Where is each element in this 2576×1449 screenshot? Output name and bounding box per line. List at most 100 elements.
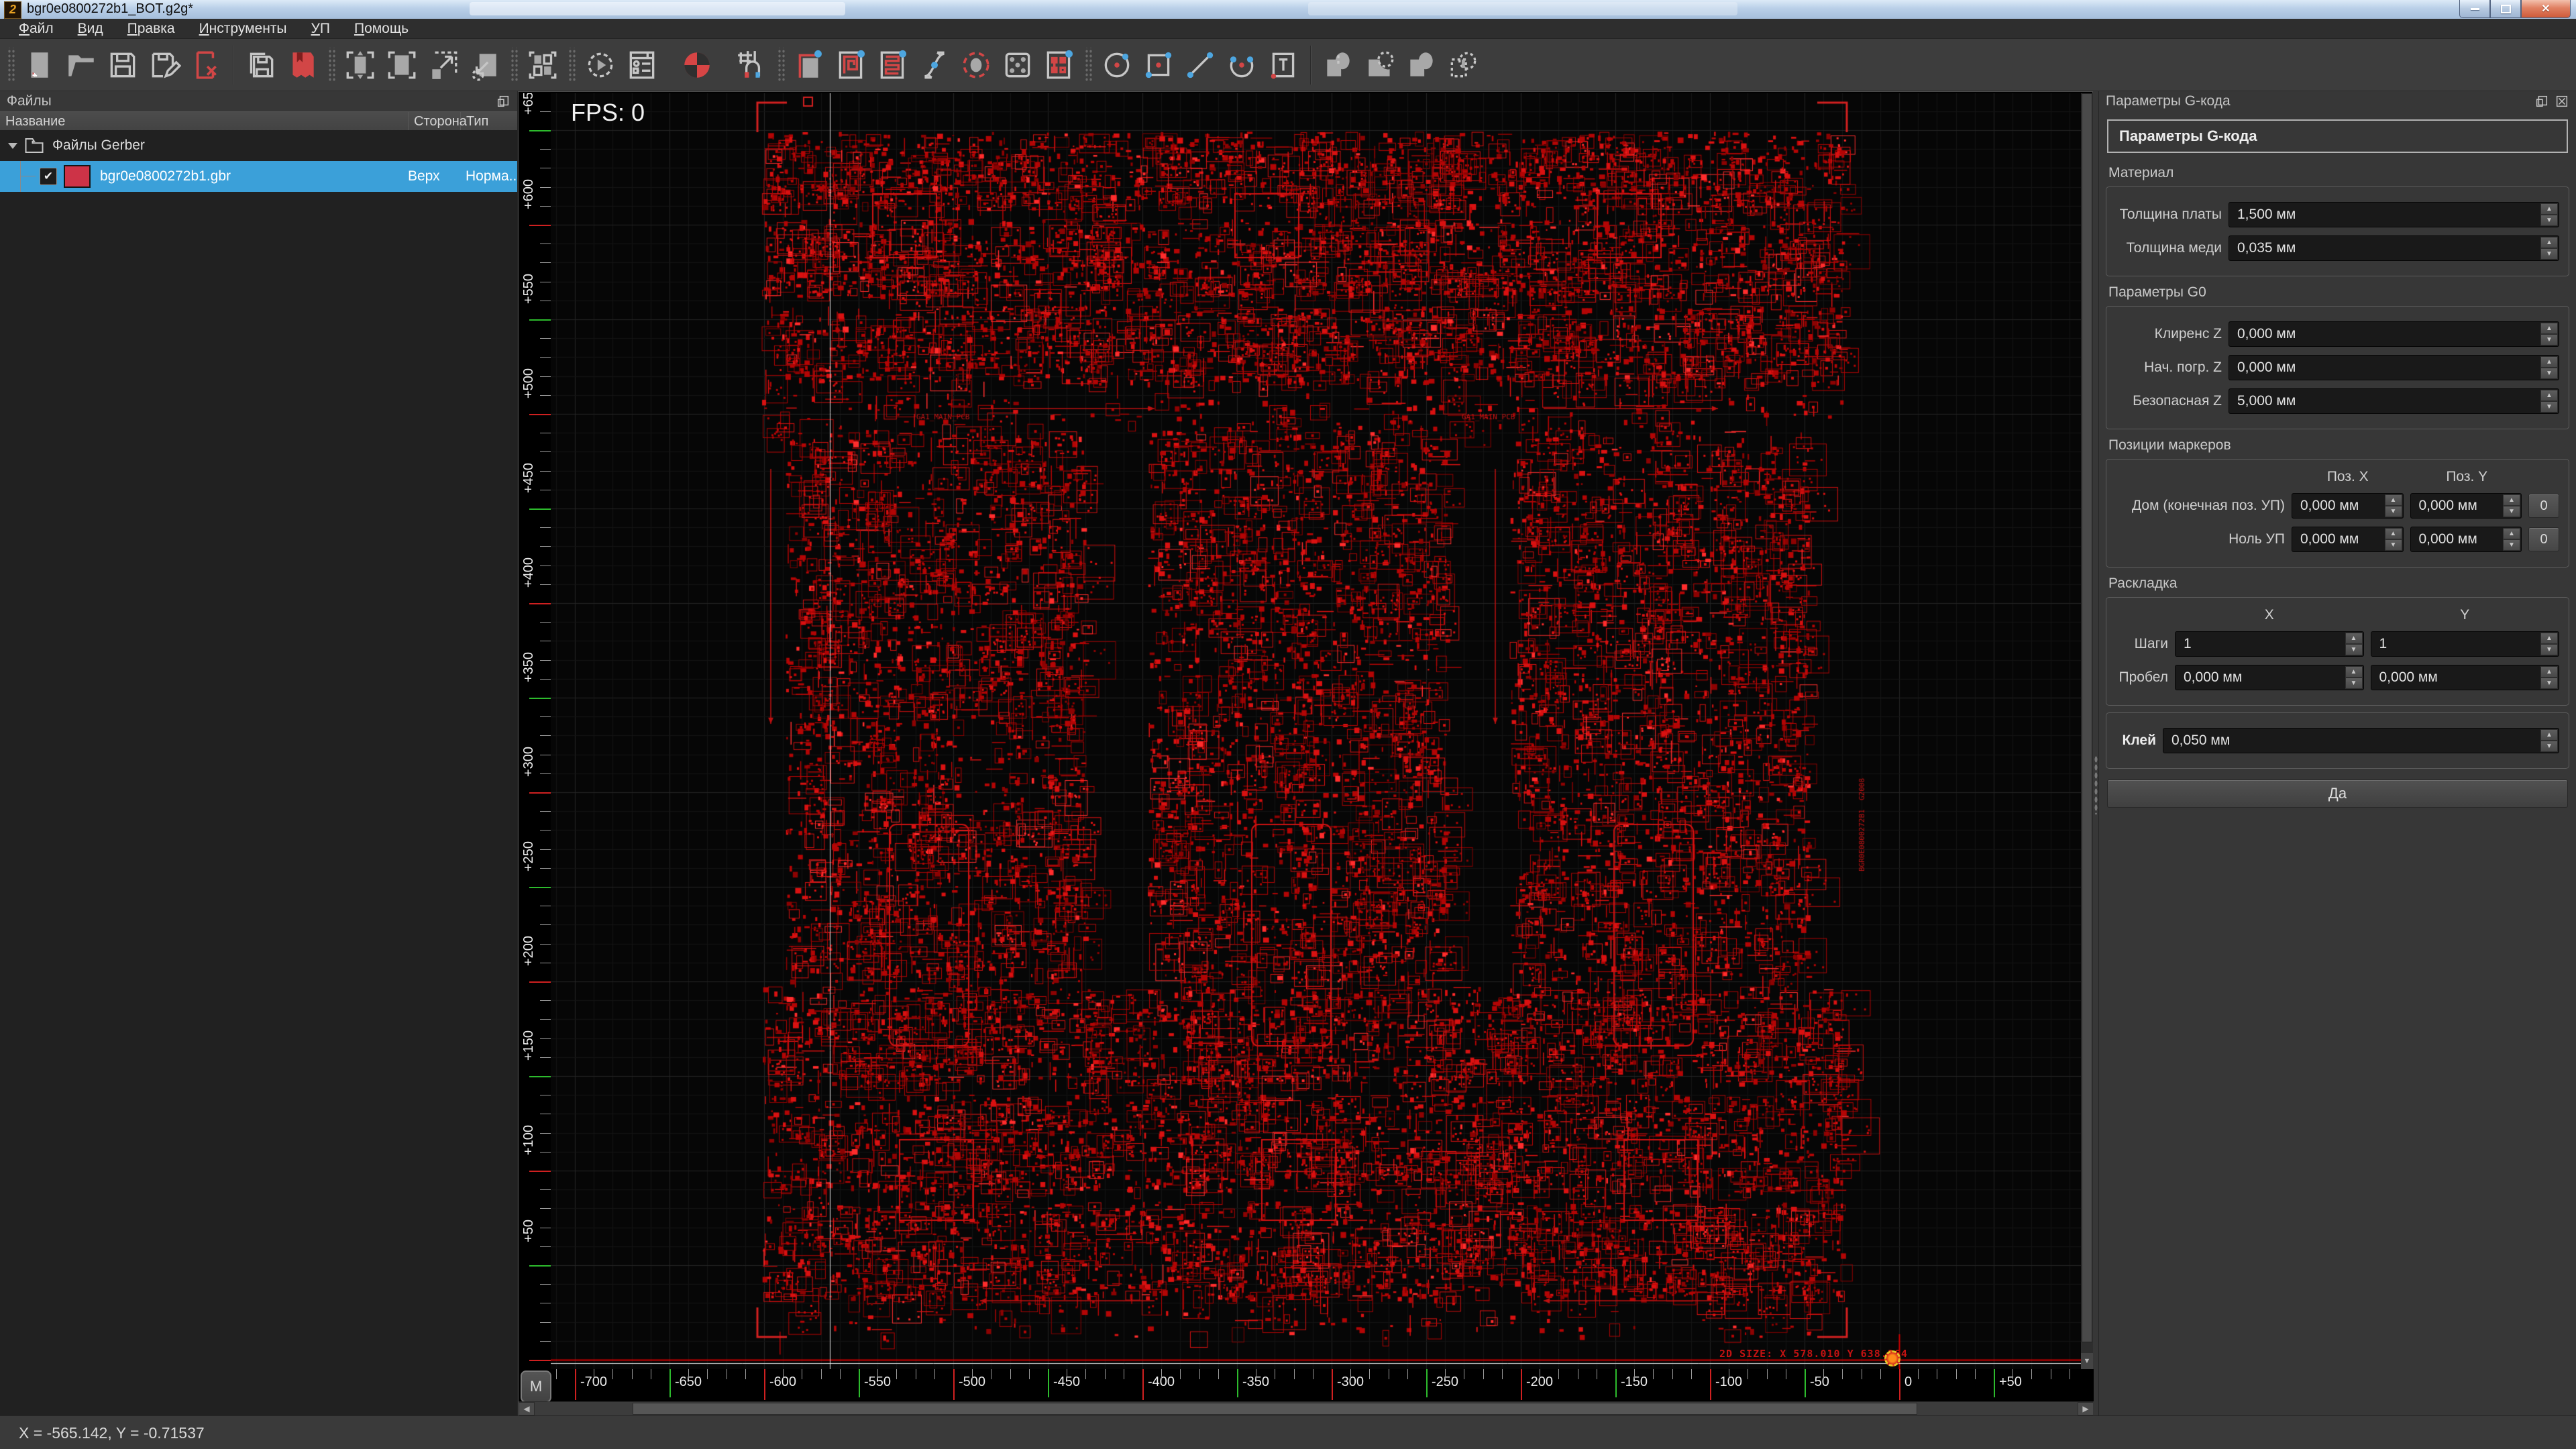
units-button[interactable]: M — [521, 1371, 551, 1401]
horizontal-scroll-thumb[interactable] — [633, 1403, 1917, 1415]
horizontal-scrollbar[interactable]: ◀ ▶ — [519, 1401, 2094, 1415]
spin-down-icon[interactable]: ▼ — [2540, 215, 2558, 226]
job-settings-button[interactable] — [621, 44, 663, 86]
snap-magnet-button[interactable] — [731, 44, 773, 86]
pcb-viewport[interactable] — [551, 93, 2082, 1369]
spin-up-icon[interactable]: ▲ — [2345, 633, 2363, 644]
spin-up-icon[interactable]: ▲ — [2540, 390, 2558, 401]
array-pattern-button[interactable] — [1038, 44, 1080, 86]
draw-circle-button[interactable] — [1096, 44, 1138, 86]
spin-up-icon[interactable]: ▲ — [2503, 494, 2520, 506]
gap-y-input[interactable]: 0,000 мм▲▼ — [2371, 665, 2560, 690]
bool-union-button[interactable] — [1318, 44, 1359, 86]
toolbar-grip[interactable] — [7, 48, 15, 83]
export-gcode-button[interactable] — [282, 44, 323, 86]
vertical-scrollbar[interactable]: ▼ — [2081, 93, 2093, 1369]
origin-marker[interactable] — [1884, 1350, 1900, 1366]
spin-up-icon[interactable]: ▲ — [2540, 633, 2558, 644]
file-visibility-checkbox[interactable]: ✔ — [40, 168, 57, 185]
run-job-button[interactable] — [580, 44, 621, 86]
draw-text-button[interactable] — [1263, 44, 1304, 86]
draw-line-button[interactable] — [1179, 44, 1221, 86]
bool-subtract-button[interactable] — [1359, 44, 1401, 86]
file-color-swatch[interactable] — [64, 165, 91, 188]
files-column-header[interactable]: Название Сторона Тип — [0, 111, 517, 131]
spin-up-icon[interactable]: ▲ — [2345, 666, 2363, 678]
spin-down-icon[interactable]: ▼ — [2540, 248, 2558, 260]
toolbar-grip[interactable] — [568, 48, 576, 83]
spin-up-icon[interactable]: ▲ — [2385, 528, 2402, 539]
column-name[interactable]: Название — [0, 112, 409, 131]
glue-input[interactable]: 0,050 мм▲▼ — [2163, 728, 2559, 753]
spin-up-icon[interactable]: ▲ — [2540, 666, 2558, 678]
spin-down-icon[interactable]: ▼ — [2540, 678, 2558, 689]
menu-item-помощь[interactable]: Помощь — [342, 19, 421, 39]
spin-up-icon[interactable]: ▲ — [2540, 356, 2558, 368]
home-x-input[interactable]: 0,000 мм▲▼ — [2292, 493, 2404, 519]
spin-down-icon[interactable]: ▼ — [2503, 539, 2520, 551]
steps-y-input[interactable]: 1▲▼ — [2371, 631, 2560, 657]
spin-up-icon[interactable]: ▲ — [2385, 494, 2402, 506]
toolbar-grip[interactable] — [327, 48, 335, 83]
toolbar-grip[interactable] — [1084, 48, 1092, 83]
scroll-left-icon[interactable]: ◀ — [519, 1402, 535, 1415]
bool-intersect-button[interactable] — [1401, 44, 1442, 86]
spin-up-icon[interactable]: ▲ — [2540, 203, 2558, 215]
spin-down-icon[interactable]: ▼ — [2503, 506, 2520, 517]
spin-down-icon[interactable]: ▼ — [2385, 506, 2402, 517]
copper-thickness-input[interactable]: 0,035 мм▲▼ — [2229, 235, 2559, 261]
menu-item-файл[interactable]: Файл — [7, 19, 66, 39]
minimize-button[interactable] — [2459, 0, 2490, 18]
save-file-as-button[interactable] — [144, 44, 185, 86]
apply-button[interactable]: Да — [2107, 780, 2568, 808]
menu-item-уп[interactable]: УП — [299, 19, 342, 39]
fill-lines-button[interactable] — [872, 44, 914, 86]
bool-xor-button[interactable] — [1442, 44, 1484, 86]
board-outline-button[interactable] — [789, 44, 830, 86]
dice-pattern-button[interactable] — [997, 44, 1038, 86]
board-thickness-input[interactable]: 1,500 мм▲▼ — [2229, 202, 2559, 227]
zero-zero-button[interactable]: 0 — [2528, 527, 2559, 551]
scroll-right-icon[interactable]: ▶ — [2078, 1402, 2094, 1415]
column-side[interactable]: Сторона — [409, 112, 461, 131]
close-panel-icon[interactable] — [2555, 94, 2569, 109]
steps-x-input[interactable]: 1▲▼ — [2175, 631, 2364, 657]
zoom-region-button[interactable] — [423, 44, 464, 86]
home-y-input[interactable]: 0,000 мм▲▼ — [2410, 493, 2522, 519]
zoom-selection-button[interactable] — [464, 44, 506, 86]
fit-selection-button[interactable] — [381, 44, 423, 86]
spin-up-icon[interactable]: ▲ — [2503, 528, 2520, 539]
toolbar-grip[interactable] — [510, 48, 518, 83]
spin-down-icon[interactable]: ▼ — [2540, 401, 2558, 413]
spin-up-icon[interactable]: ▲ — [2540, 323, 2558, 334]
restore-button[interactable] — [2490, 0, 2521, 18]
start-depth-z-input[interactable]: 0,000 мм▲▼ — [2229, 355, 2559, 380]
home-zero-button[interactable]: 0 — [2528, 494, 2559, 518]
spin-down-icon[interactable]: ▼ — [2540, 368, 2558, 379]
safe-z-input[interactable]: 5,000 мм▲▼ — [2229, 388, 2559, 414]
scroll-down-icon[interactable]: ▼ — [2081, 1353, 2093, 1369]
vertical-scroll-thumb[interactable] — [2082, 93, 2092, 1342]
optimize-path-button[interactable] — [914, 44, 955, 86]
spin-up-icon[interactable]: ▲ — [2540, 729, 2558, 741]
panel-splitter[interactable] — [2093, 91, 2098, 1415]
open-file-button[interactable] — [60, 44, 102, 86]
spin-down-icon[interactable]: ▼ — [2540, 644, 2558, 655]
close-file-button[interactable] — [185, 44, 227, 86]
clearance-z-input[interactable]: 0,000 мм▲▼ — [2229, 321, 2559, 347]
column-type[interactable]: Тип — [461, 112, 517, 131]
spin-down-icon[interactable]: ▼ — [2345, 644, 2363, 655]
new-file-button[interactable] — [19, 44, 60, 86]
draw-arc-button[interactable] — [1221, 44, 1263, 86]
fit-view-button[interactable] — [339, 44, 381, 86]
draw-rect-button[interactable] — [1138, 44, 1179, 86]
close-button[interactable]: ✕ — [2521, 0, 2571, 18]
save-file-button[interactable] — [102, 44, 144, 86]
spin-down-icon[interactable]: ▼ — [2345, 678, 2363, 689]
spin-down-icon[interactable]: ▼ — [2540, 741, 2558, 752]
fill-spiral-button[interactable] — [830, 44, 872, 86]
drill-marker-button[interactable] — [955, 44, 997, 86]
origin-target-button[interactable] — [676, 44, 718, 86]
toolbar-grip[interactable] — [777, 48, 785, 83]
menu-item-вид[interactable]: Вид — [66, 19, 115, 39]
